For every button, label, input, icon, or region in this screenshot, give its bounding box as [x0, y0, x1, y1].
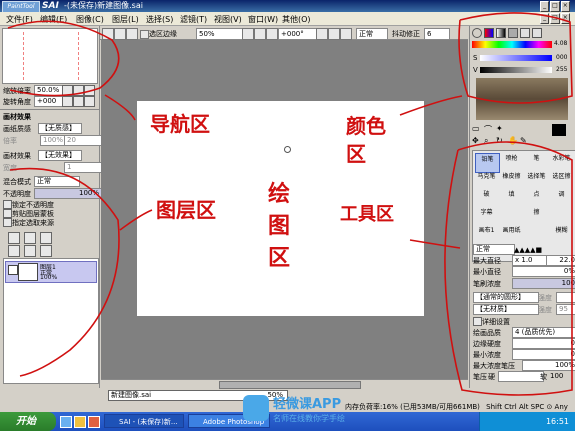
annotation-color: 颜色区	[346, 114, 386, 166]
layers-circle	[9, 167, 120, 377]
annotation-tools: 工具区	[340, 204, 394, 225]
tools-pointer	[409, 239, 461, 249]
annotation-drawing: 绘图区	[268, 181, 291, 271]
annotation-navigator: 导航区	[150, 112, 210, 136]
color-pointer	[399, 95, 463, 116]
layers-pointer	[119, 209, 153, 231]
tools-circle	[444, 141, 573, 396]
color-circle	[458, 12, 573, 104]
annotation-layers: 图层区	[156, 198, 216, 222]
navigator-circle	[7, 20, 120, 97]
navigator-pointer	[104, 94, 136, 121]
